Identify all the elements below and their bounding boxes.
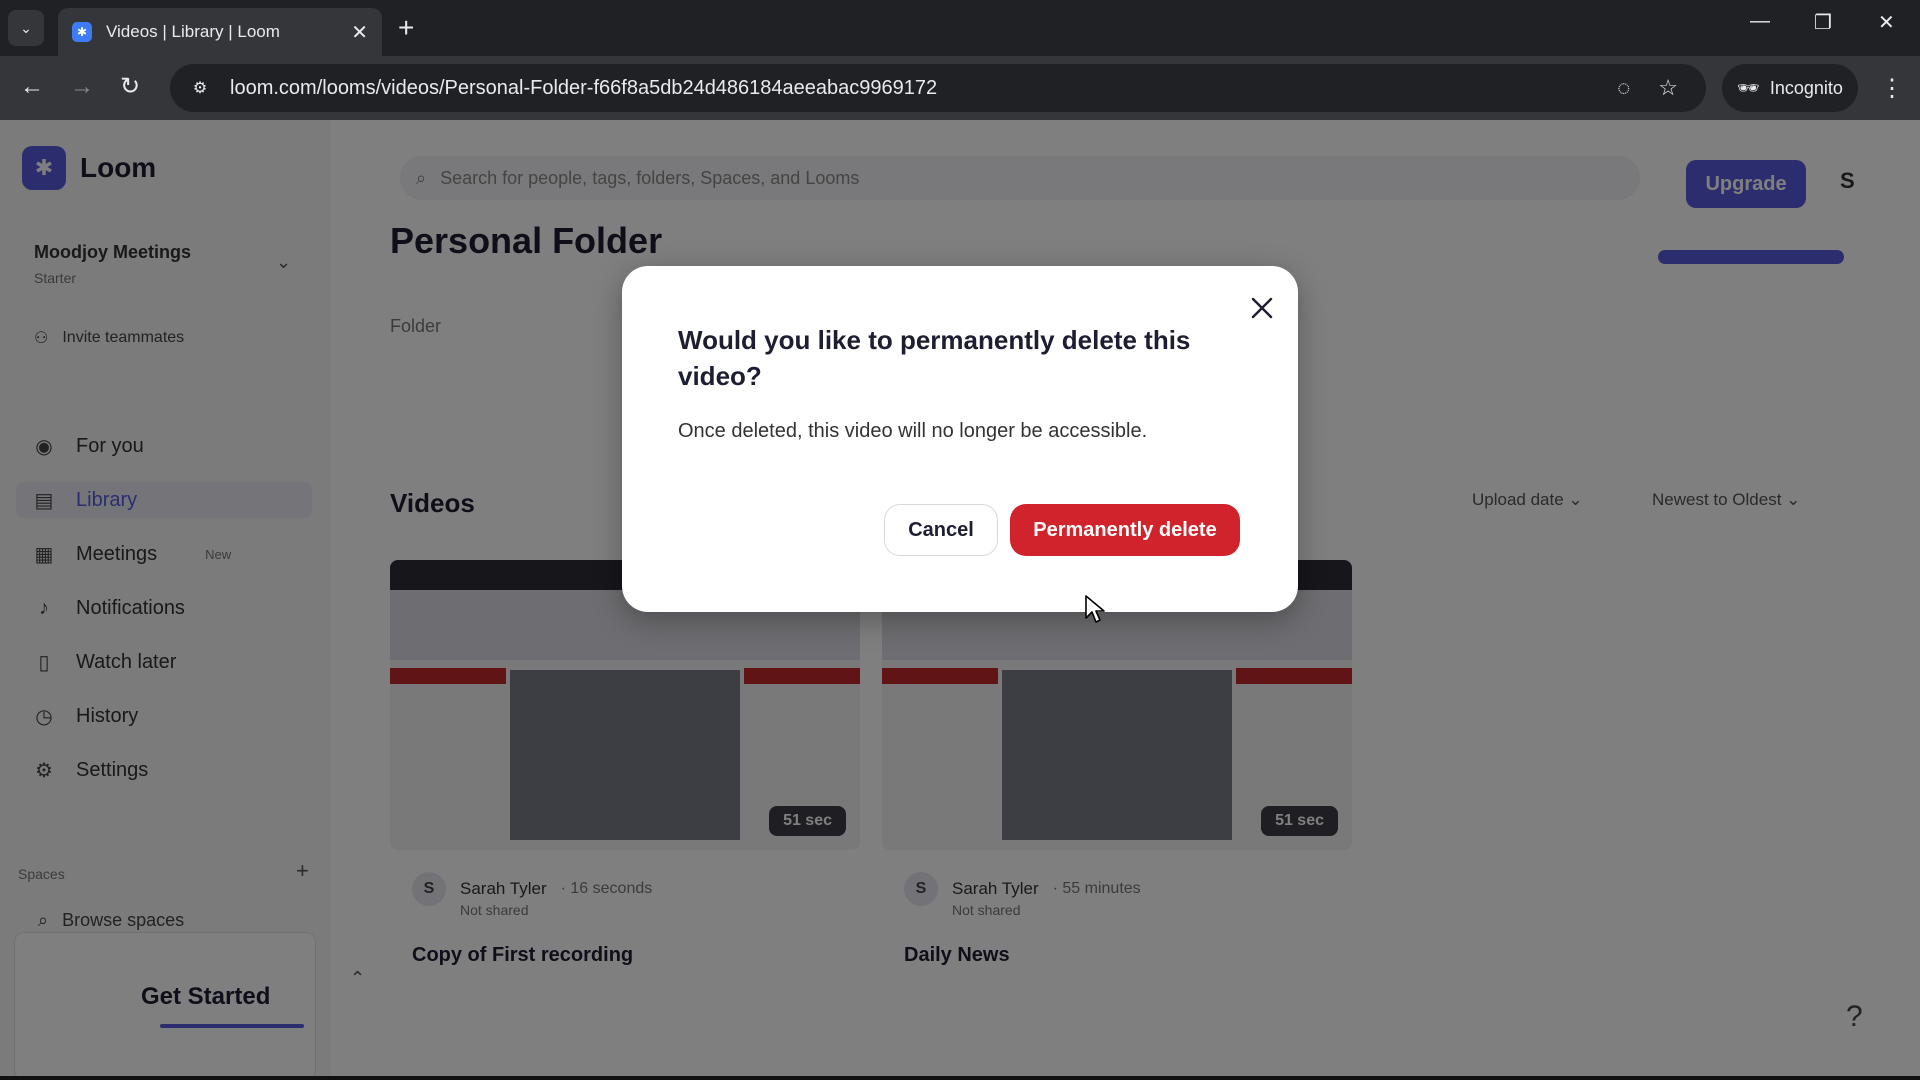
forward-arrow-icon[interactable]: →: [70, 72, 94, 102]
tab-close-icon[interactable]: ✕: [351, 20, 368, 45]
reload-icon[interactable]: ↻: [120, 72, 140, 102]
browser-tab[interactable]: ✱ Videos | Library | Loom ✕: [58, 8, 382, 56]
browser-toolbar: ← → ↻ ⚙ loom.com/looms/videos/Personal-F…: [0, 56, 1920, 120]
tab-search-chevron-icon[interactable]: ⌄: [8, 10, 44, 46]
close-icon[interactable]: [1244, 290, 1280, 326]
restore-window-icon[interactable]: ❐: [1814, 10, 1832, 35]
address-bar[interactable]: ⚙ loom.com/looms/videos/Personal-Folder-…: [170, 64, 1706, 112]
back-arrow-icon[interactable]: ←: [20, 72, 44, 102]
tab-title: Videos | Library | Loom: [106, 22, 280, 41]
dialog-title: Would you like to permanently delete thi…: [678, 325, 1191, 391]
close-icon-svg: [1251, 297, 1273, 319]
minimize-icon[interactable]: —: [1750, 10, 1770, 33]
permanently-delete-button[interactable]: Permanently delete: [1010, 504, 1240, 556]
bookmark-star-icon[interactable]: ☆: [1658, 75, 1678, 101]
loom-favicon-icon: ✱: [72, 22, 92, 42]
delete-confirm-dialog: Would you like to permanently delete thi…: [622, 266, 1298, 612]
new-tab-plus-icon[interactable]: +: [398, 12, 414, 44]
mouse-cursor-icon: [1085, 595, 1105, 623]
window-bottom-edge: [0, 1076, 1920, 1080]
browser-menu-icon[interactable]: ⋮: [1880, 74, 1904, 103]
incognito-indicator[interactable]: 🕶 Incognito: [1722, 64, 1858, 112]
eye-off-icon[interactable]: ◌: [1617, 75, 1630, 101]
incognito-icon: 🕶: [1737, 77, 1760, 98]
incognito-label: Incognito: [1769, 77, 1843, 98]
url-text[interactable]: loom.com/looms/videos/Personal-Folder-f6…: [230, 77, 1617, 100]
dialog-message: Once deleted, this video will no longer …: [678, 420, 1148, 442]
site-info-icon[interactable]: ⚙: [180, 78, 220, 98]
cancel-button[interactable]: Cancel: [884, 504, 998, 556]
browser-tab-bar: ⌄ ✱ Videos | Library | Loom ✕ + — ❐ ✕: [0, 0, 1920, 56]
close-window-icon[interactable]: ✕: [1878, 10, 1895, 35]
